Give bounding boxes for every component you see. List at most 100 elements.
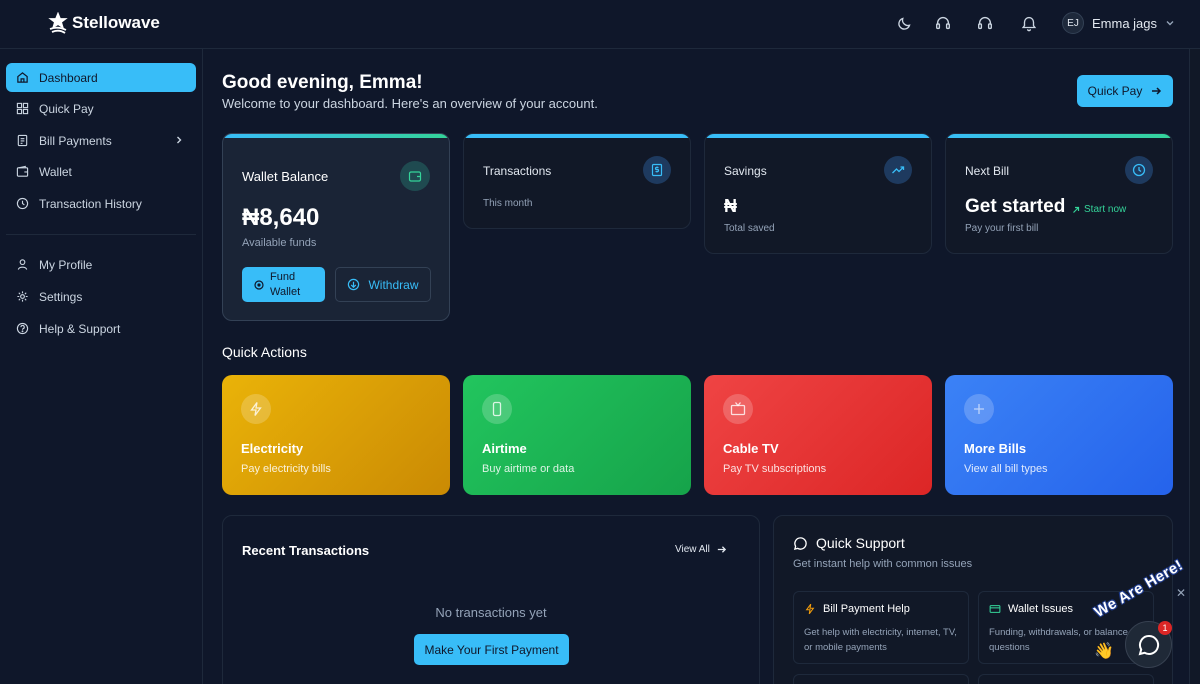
sidebar-item-label: Quick Pay (39, 101, 94, 116)
receipt-icon (17, 134, 28, 147)
clock-icon (16, 197, 29, 210)
sidebar-item-help-support[interactable]: Help & Support (6, 314, 196, 343)
user-icon (17, 259, 28, 270)
quick-action-title: Airtime (482, 441, 527, 456)
fund-wallet-button[interactable]: Fund Wallet (242, 267, 325, 302)
transactions-card: Transactions This month (463, 133, 691, 229)
card-title: Savings (724, 164, 767, 178)
quick-action-desc: Pay electricity bills (241, 463, 331, 475)
recent-transactions-panel: Recent Transactions View All No transact… (222, 515, 760, 684)
next-bill-card: Next Bill Get started Start now Pay your… (945, 133, 1173, 254)
chat-bubble-icon (1138, 634, 1159, 655)
card-title: Wallet Balance (242, 169, 329, 184)
sidebar-item-dashboard[interactable]: Dashboard (6, 63, 196, 92)
quick-action-electricity[interactable]: Electricity Pay electricity bills (222, 375, 450, 495)
quick-action-title: Electricity (241, 441, 304, 456)
card-title: Transactions (483, 164, 552, 178)
panel-title: Quick Support (793, 535, 905, 551)
sidebar-divider (6, 234, 196, 235)
card-caption: Total saved (724, 223, 775, 234)
fund-wallet-label: Fund Wallet (270, 270, 301, 298)
wallet-caption: Available funds (242, 237, 317, 249)
sidebar-item-label: Wallet (39, 164, 72, 179)
quick-action-title: More Bills (964, 441, 1027, 456)
logo-icon (48, 12, 68, 34)
app-logo[interactable]: Stellowave (48, 12, 160, 34)
card-caption: Pay your first bill (965, 223, 1039, 234)
quick-action-airtime[interactable]: Airtime Buy airtime or data (463, 375, 691, 495)
gear-icon (17, 291, 28, 302)
start-now-link[interactable]: Start now (1072, 204, 1126, 215)
user-name: Emma jags (1092, 15, 1158, 31)
chevron-right-icon (177, 136, 182, 144)
view-all-link[interactable]: View All (675, 544, 727, 555)
lightning-icon (241, 394, 271, 424)
sidebar-item-bill-payments[interactable]: Bill Payments (6, 126, 196, 155)
withdraw-button[interactable]: Withdraw (335, 267, 431, 302)
wallet-balance-card: Wallet Balance ₦8,640 Available funds Fu… (222, 133, 450, 321)
headset-icon[interactable] (934, 14, 954, 34)
trending-up-icon (884, 156, 912, 184)
top-bar: Stellowave EJ Emma jags (0, 0, 1200, 49)
arrow-down-circle-icon (348, 278, 360, 291)
headset-icon[interactable] (976, 14, 996, 34)
sidebar-item-settings[interactable]: Settings (6, 282, 196, 311)
make-first-payment-button[interactable]: Make Your First Payment (414, 634, 569, 665)
quick-pay-button[interactable]: Quick Pay (1077, 75, 1173, 107)
sidebar-item-label: Dashboard (39, 70, 98, 85)
sidebar: Dashboard Quick Pay Bill Payments Wallet… (0, 49, 203, 684)
close-icon[interactable]: ✕ (1176, 586, 1186, 600)
quick-action-desc: Buy airtime or data (482, 463, 575, 475)
clock-icon (1125, 156, 1153, 184)
sidebar-item-wallet[interactable]: Wallet (6, 157, 196, 186)
notification-badge: 1 (1158, 621, 1172, 635)
quick-action-more-bills[interactable]: More Bills View all bill types (945, 375, 1173, 495)
card-accent-stripe (223, 134, 449, 138)
card-accent-stripe (705, 134, 931, 138)
tv-icon (723, 394, 753, 424)
scrollbar[interactable] (1189, 49, 1200, 684)
withdraw-label: Withdraw (368, 277, 419, 292)
quick-action-cable-tv[interactable]: Cable TV Pay TV subscriptions (704, 375, 932, 495)
app-name: Stellowave (72, 13, 160, 32)
waving-hand-icon: 👋 (1094, 643, 1114, 660)
sidebar-item-transaction-history[interactable]: Transaction History (6, 189, 196, 218)
moon-icon[interactable] (896, 14, 916, 34)
chevron-down-icon (1165, 18, 1175, 28)
support-card-title: Bill Payment Help (823, 603, 910, 615)
sidebar-item-label: Bill Payments (39, 133, 112, 148)
home-icon (17, 72, 28, 83)
lightning-icon (805, 603, 815, 615)
panel-subtitle: Get instant help with common issues (793, 558, 973, 570)
arrow-right-icon (1152, 87, 1162, 95)
arrow-right-icon (717, 546, 726, 553)
panel-title: Recent Transactions (242, 543, 370, 558)
grid-icon (16, 102, 29, 115)
page-subtitle: Welcome to your dashboard. Here's an ove… (222, 96, 598, 111)
support-card-desc: Get help with electricity, internet, TV,… (804, 627, 957, 653)
quick-action-title: Cable TV (723, 441, 779, 456)
quick-action-desc: Pay TV subscriptions (723, 463, 827, 475)
wallet-icon (400, 161, 430, 191)
arrow-up-right-icon (1073, 206, 1080, 213)
support-card-title: Wallet Issues (1008, 603, 1074, 615)
quick-support-title: Quick Support (816, 535, 905, 551)
bell-icon[interactable] (1020, 14, 1040, 34)
dollar-document-icon (643, 156, 671, 184)
chat-bubble-icon (793, 536, 807, 550)
start-now-label: Start now (1084, 204, 1127, 215)
plus-circle-icon (254, 279, 264, 290)
sidebar-item-quick-pay[interactable]: Quick Pay (6, 94, 196, 123)
sidebar-item-label: My Profile (39, 257, 93, 272)
user-menu[interactable]: EJ Emma jags (1062, 12, 1175, 34)
savings-card: Savings ₦ Total saved (704, 133, 932, 254)
card-title: Next Bill (965, 164, 1010, 178)
sidebar-item-my-profile[interactable]: My Profile (6, 250, 196, 279)
support-card[interactable] (793, 674, 969, 684)
wallet-icon (16, 165, 29, 177)
support-card[interactable] (978, 674, 1154, 684)
wallet-amount: ₦8,640 (242, 204, 320, 231)
sidebar-item-label: Help & Support (39, 321, 121, 336)
support-card-bill-payment[interactable]: Bill Payment Help Get help with electric… (793, 591, 969, 664)
savings-amount: ₦ (724, 196, 737, 216)
